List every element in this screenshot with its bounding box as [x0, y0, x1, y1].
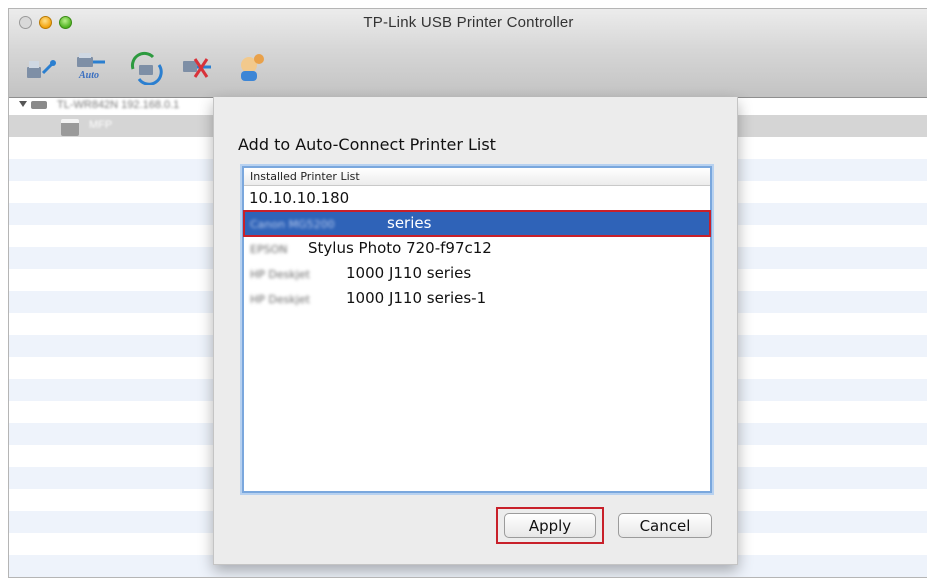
list-item-label: 10.10.10.180 [249, 189, 350, 207]
window-title: TP-Link USB Printer Controller [363, 14, 574, 31]
list-item-prefix: EPSON [250, 243, 288, 256]
installed-printer-list[interactable]: Installed Printer List 10.10.10.180 Cano… [242, 166, 712, 493]
cancel-button[interactable]: Cancel [618, 513, 712, 538]
list-item-label: 1000 J110 series-1 [346, 289, 487, 307]
list-item[interactable]: EPSON Stylus Photo 720-f97c12 [244, 236, 710, 261]
apply-button[interactable]: Apply [504, 513, 596, 538]
list-item[interactable]: 10.10.10.180 [244, 186, 710, 211]
connect-icon[interactable] [23, 51, 57, 85]
device-label: TL-WR842N 192.168.0.1 [57, 99, 180, 111]
list-item-prefix: Canon MG5200 [250, 218, 335, 231]
router-icon [31, 101, 47, 109]
title-toolbar: TP-Link USB Printer Controller Auto [9, 9, 927, 98]
list-item-label: Stylus Photo 720-f97c12 [308, 239, 492, 257]
auto-connect-icon[interactable]: Auto [71, 51, 111, 85]
list-header: Installed Printer List [244, 168, 710, 186]
disconnect-icon[interactable] [177, 51, 215, 85]
help-icon[interactable] [231, 51, 267, 85]
list-item-label: 1000 J110 series [346, 264, 472, 282]
disclosure-triangle-icon[interactable] [19, 101, 27, 107]
auto-connect-dialog: Add to Auto-Connect Printer List Install… [213, 97, 738, 565]
list-item-prefix: HP Deskjet [250, 293, 310, 306]
printer-label: MFP [89, 119, 113, 131]
list-item-prefix: HP Deskjet [250, 268, 310, 281]
auto-badge: Auto [79, 70, 100, 81]
list-item[interactable]: HP Deskjet 1000 J110 series [244, 261, 710, 286]
app-window: TP-Link USB Printer Controller Auto TL-W… [8, 8, 927, 578]
printer-icon [61, 119, 79, 136]
refresh-icon[interactable] [127, 51, 165, 85]
dialog-title: Add to Auto-Connect Printer List [238, 135, 496, 154]
list-item[interactable]: HP Deskjet 1000 J110 series-1 [244, 286, 710, 311]
list-item-label: series [387, 214, 432, 232]
list-item-selected[interactable]: Canon MG5200 series [243, 210, 711, 237]
